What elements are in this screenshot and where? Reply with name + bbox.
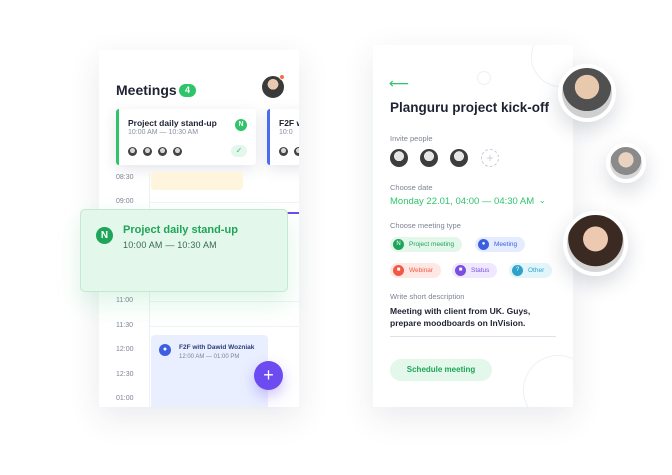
description-label: Write short description [390, 292, 465, 301]
meeting-card-f2f[interactable]: F2F w 10:0 [267, 109, 299, 165]
event-title: Project daily stand-up [123, 224, 238, 236]
chat-icon: ● [478, 239, 489, 250]
type-chip-project-meeting[interactable]: N Project meeting [390, 237, 463, 252]
event-time: 12:00 AM — 01:00 PM [179, 354, 240, 360]
hour-divider [149, 202, 299, 203]
check-icon[interactable]: ✓ [231, 145, 247, 157]
dragged-event-card[interactable]: N Project daily stand-up 10:00 AM — 10:3… [80, 209, 288, 292]
type-chip-webinar[interactable]: ■ Webinar [390, 263, 442, 278]
meeting-card-title: Project daily stand-up [128, 118, 217, 128]
date-label: Choose date [390, 183, 433, 192]
event-title: F2F with Dawid Wozniak [179, 344, 255, 351]
description-field[interactable]: Meeting with client from UK. Guys, prepa… [390, 305, 560, 329]
status-icon: ■ [455, 265, 466, 276]
notification-dot-icon [279, 74, 285, 80]
hour-divider [149, 326, 299, 327]
invitee-avatar[interactable] [450, 149, 468, 167]
invite-label: Invite people [390, 134, 433, 143]
type-chip-meeting[interactable]: ● Meeting [475, 237, 526, 252]
chip-label: Project meeting [409, 241, 455, 248]
attendee-avatar [294, 147, 299, 156]
new-meeting-screen: ⟵ Planguru project kick-off Invite peopl… [373, 45, 573, 407]
meetings-count-badge: 4 [179, 84, 196, 97]
attendee-avatar [279, 147, 288, 156]
chevron-down-icon[interactable]: ⌄ [539, 196, 546, 205]
event-time: 10:00 AM — 10:30 AM [123, 240, 217, 250]
type-chip-status[interactable]: ■ Status [452, 263, 498, 278]
meeting-card-time: 10:0 [279, 129, 293, 136]
invitee-avatar[interactable] [390, 149, 408, 167]
meeting-card-time: 10:00 AM — 10:30 AM [128, 129, 199, 136]
decorative-circle [523, 355, 573, 407]
hour-divider [149, 301, 299, 302]
schedule-meeting-button[interactable]: Schedule meeting [390, 359, 492, 381]
page-title: Planguru project kick-off [390, 100, 550, 115]
attendee-avatar [128, 147, 137, 156]
hour-label: 01:00 [116, 395, 134, 402]
attendee-avatar [173, 147, 182, 156]
person-photo[interactable] [558, 64, 616, 122]
chip-label: Meeting [494, 241, 518, 248]
timeline-event-block[interactable] [151, 172, 243, 190]
add-person-button[interactable]: + [481, 149, 499, 167]
hour-label: 08:30 [116, 174, 134, 181]
decorative-circle [477, 71, 491, 85]
meeting-card-title: F2F w [279, 118, 299, 128]
back-arrow-icon[interactable]: ⟵ [389, 75, 409, 92]
f2f-event-block[interactable]: ● F2F with Dawid Wozniak 12:00 AM — 01:0… [151, 335, 268, 407]
project-logo-icon: N [235, 119, 247, 131]
add-meeting-button[interactable]: + [254, 361, 283, 390]
person-photo[interactable] [563, 211, 628, 276]
chat-icon: ● [159, 344, 171, 356]
type-label: Choose meeting type [390, 221, 461, 230]
date-picker[interactable]: Monday 22.01, 04:00 — 04:30 AM [390, 196, 534, 207]
description-underline [390, 336, 556, 337]
project-logo-icon: N [393, 239, 404, 250]
type-chip-other[interactable]: ? Other [509, 263, 553, 278]
meeting-card-standup[interactable]: Project daily stand-up 10:00 AM — 10:30 … [116, 109, 256, 165]
project-logo-icon: N [96, 227, 113, 244]
question-icon: ? [512, 265, 523, 276]
person-photo[interactable] [606, 143, 646, 183]
hour-label: 09:00 [116, 198, 134, 205]
hour-label: 12:30 [116, 371, 134, 378]
invitee-avatar[interactable] [420, 149, 438, 167]
page-title: Meetings [116, 82, 177, 98]
attendee-avatar [158, 147, 167, 156]
chip-label: Other [528, 267, 545, 274]
hour-label: 11:00 [116, 297, 133, 304]
attendee-avatar [143, 147, 152, 156]
chip-label: Webinar [409, 267, 434, 274]
video-icon: ■ [393, 265, 404, 276]
chip-label: Status [471, 267, 490, 274]
hour-label: 12:00 [116, 346, 134, 353]
hour-label: 11:30 [116, 322, 133, 329]
